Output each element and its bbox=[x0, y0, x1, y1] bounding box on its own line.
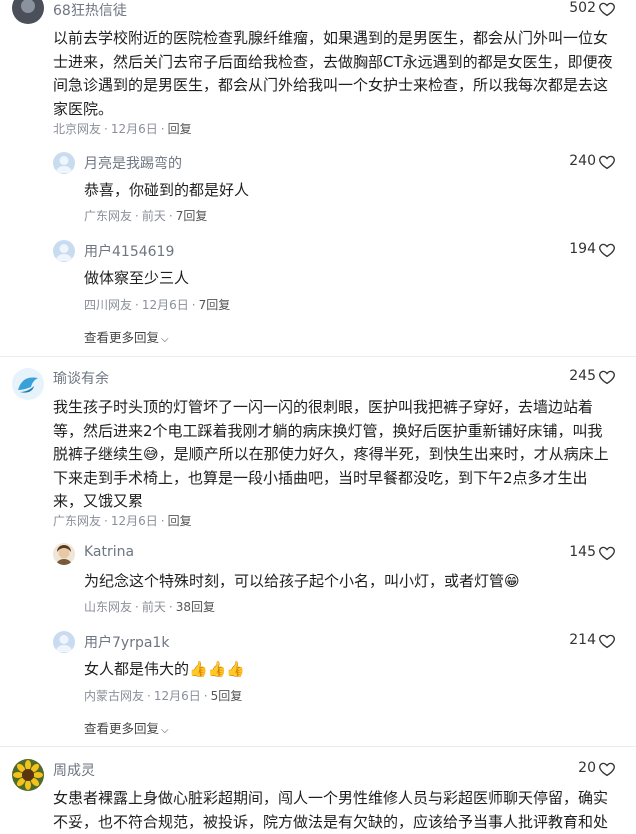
reply-meta: 山东网友 · 前天 · 38回复 bbox=[84, 600, 215, 614]
avatar[interactable] bbox=[53, 631, 75, 653]
like-count: 502 bbox=[569, 0, 596, 16]
avatar[interactable] bbox=[53, 240, 75, 262]
heart-icon[interactable] bbox=[598, 632, 616, 650]
reply-text: 恭喜，你碰到的都是好人 bbox=[84, 181, 250, 199]
reply-count-link[interactable]: 5回复 bbox=[211, 689, 243, 703]
thread-divider bbox=[0, 746, 636, 747]
heart-icon[interactable] bbox=[598, 0, 616, 18]
avatar[interactable] bbox=[12, 0, 44, 24]
view-more-replies[interactable]: 查看更多回复 ⌵ bbox=[84, 718, 169, 737]
reply-meta: 四川网友 · 12月6日 · 7回复 bbox=[84, 298, 231, 312]
like-count: 145 bbox=[569, 544, 596, 560]
like-count: 194 bbox=[569, 241, 596, 257]
reply-author[interactable]: 用户4154619 bbox=[84, 241, 174, 261]
heart-icon[interactable] bbox=[598, 544, 616, 562]
chevron-down-icon: ⌵ bbox=[161, 334, 169, 345]
avatar[interactable] bbox=[12, 759, 44, 791]
avatar[interactable] bbox=[53, 543, 75, 565]
reply-text: 做体察至少三人 bbox=[84, 269, 190, 287]
like-count: 240 bbox=[569, 153, 596, 169]
reply-author[interactable]: 用户7yrpa1k bbox=[84, 632, 169, 652]
reply-button[interactable]: 回复 bbox=[168, 122, 192, 136]
comment-meta: 北京网友 · 12月6日 · 回复 bbox=[53, 122, 192, 136]
comment-text: 我生孩子时头顶的灯管坏了一闪一闪的很刺眼，医护叫我把裤子穿好，去墙边站着 等，然… bbox=[53, 398, 609, 510]
chevron-down-icon: ⌵ bbox=[161, 725, 169, 736]
reply-author[interactable]: 月亮是我踢弯的 bbox=[84, 153, 182, 173]
reply-text: 女人都是伟大的👍👍👍 bbox=[84, 660, 246, 678]
thread-divider bbox=[0, 356, 636, 357]
comment-author[interactable]: 瑜谈有余 bbox=[53, 368, 109, 388]
like-count: 20 bbox=[578, 760, 596, 776]
reply-text: 为纪念这个特殊时刻，可以给孩子起个小名，叫小灯，或者灯管😁 bbox=[84, 572, 520, 590]
heart-icon[interactable] bbox=[598, 241, 616, 259]
reply-count-link[interactable]: 7回复 bbox=[176, 209, 208, 223]
reply-meta: 内蒙古网友 · 12月6日 · 5回复 bbox=[84, 689, 243, 703]
reply-count-link[interactable]: 38回复 bbox=[176, 600, 215, 614]
reply-count-link[interactable]: 7回复 bbox=[199, 298, 231, 312]
avatar[interactable] bbox=[12, 368, 44, 400]
heart-icon[interactable] bbox=[598, 760, 616, 778]
comment-author[interactable]: 68狂热信徒 bbox=[53, 0, 127, 20]
reply-button[interactable]: 回复 bbox=[168, 514, 192, 528]
heart-icon[interactable] bbox=[598, 368, 616, 386]
reply-author[interactable]: Katrina bbox=[84, 544, 134, 560]
comment-text: 以前去学校附近的医院检查乳腺纤维瘤，如果遇到的是男医生，都会从门外叫一位女 士进… bbox=[53, 29, 613, 118]
view-more-replies[interactable]: 查看更多回复 ⌵ bbox=[84, 327, 169, 346]
avatar[interactable] bbox=[53, 152, 75, 174]
comment-author[interactable]: 周成灵 bbox=[53, 760, 95, 780]
like-count: 214 bbox=[569, 632, 596, 648]
comment-meta: 广东网友 · 12月6日 · 回复 bbox=[53, 514, 192, 528]
heart-icon[interactable] bbox=[598, 153, 616, 171]
reply-meta: 广东网友 · 前天 · 7回复 bbox=[84, 209, 208, 223]
like-count: 245 bbox=[569, 368, 596, 384]
